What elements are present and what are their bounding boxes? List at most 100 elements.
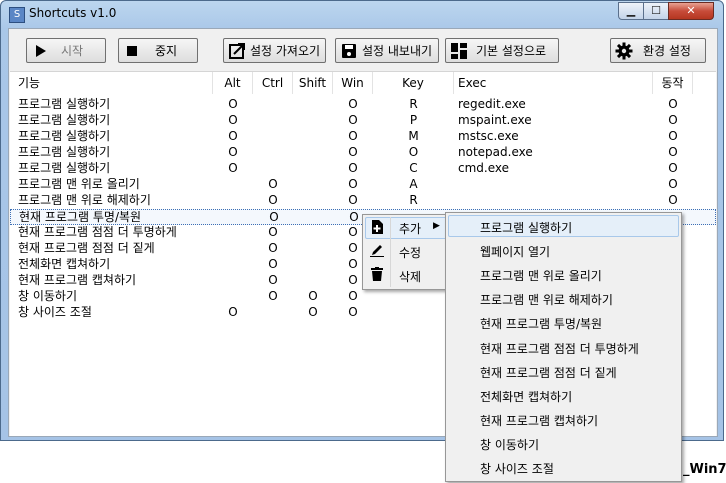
table-row[interactable]: 프로그램 맨 위로 해제하기 O O R O: [10, 193, 716, 209]
row-cell-act: O: [668, 161, 678, 175]
window-title: Shortcuts v1.0: [29, 6, 117, 20]
minimize-button[interactable]: ▁: [618, 2, 644, 20]
add-submenu: 프로그램 실행하기웹페이지 열기프로그램 맨 위로 올리기프로그램 맨 위로 해…: [445, 212, 682, 482]
preferences-button[interactable]: 환경 설정: [610, 38, 706, 63]
column-header[interactable]: Ctrl: [253, 72, 293, 94]
export-settings-button[interactable]: 설정 내보내기: [335, 38, 439, 63]
stop-button[interactable]: 중지: [118, 38, 198, 63]
pencil-icon: [370, 243, 384, 260]
external-link-icon: [228, 42, 246, 60]
row-cell-act: O: [668, 97, 678, 111]
row-cell-win: O: [348, 129, 358, 143]
row-cell-ctrl: O: [268, 225, 278, 239]
row-cell-act: O: [668, 113, 678, 127]
start-label: 시작: [61, 44, 84, 58]
row-cell-shift: O: [308, 289, 318, 303]
row-cell-name: 프로그램 실행하기: [18, 129, 111, 143]
row-cell-alt: O: [228, 97, 238, 111]
column-header[interactable]: Shift: [293, 72, 333, 94]
submenu-item[interactable]: 프로그램 맨 위로 해제하기: [480, 291, 613, 308]
submenu-item[interactable]: 현재 프로그램 점점 더 짙게: [480, 364, 617, 381]
context-edit[interactable]: 수정: [399, 244, 421, 261]
row-cell-ctrl: O: [268, 273, 278, 287]
stop-icon: [123, 42, 141, 60]
title-bar[interactable]: S Shortcuts v1.0 ▁ ☐ ✕: [1, 1, 723, 27]
context-delete[interactable]: 삭제: [399, 268, 421, 285]
row-cell-key: C: [409, 161, 418, 175]
row-cell-ctrl: O: [268, 289, 278, 303]
table-row[interactable]: 프로그램 실행하기 O O Rregedit.exe O: [10, 97, 716, 113]
play-icon: [31, 42, 49, 60]
row-cell-act: O: [668, 177, 678, 191]
row-cell-exec: mspaint.exe: [458, 113, 532, 127]
row-cell-exec: mstsc.exe: [458, 129, 519, 143]
row-cell-win: O: [348, 161, 358, 175]
row-cell-ctrl: O: [268, 257, 278, 271]
table-row[interactable]: 프로그램 맨 위로 올리기 O O A O: [10, 177, 716, 193]
submenu-item[interactable]: 현재 프로그램 점점 더 투명하게: [480, 340, 639, 357]
row-cell-win: O: [348, 193, 358, 207]
row-cell-alt: O: [228, 129, 238, 143]
defaults-label: 기본 설정으로: [476, 44, 547, 58]
row-cell-alt: O: [228, 145, 238, 159]
row-cell-win: O: [348, 97, 358, 111]
submenu-arrow-icon: ▶: [433, 221, 440, 231]
column-header[interactable]: Alt: [213, 72, 253, 94]
row-cell-act: O: [668, 129, 678, 143]
row-cell-name: 프로그램 맨 위로 올리기: [18, 177, 140, 191]
row-cell-name: 현재 프로그램 점점 더 짙게: [18, 241, 155, 255]
submenu-item[interactable]: 프로그램 맨 위로 올리기: [480, 267, 602, 284]
row-cell-name: 프로그램 실행하기: [18, 97, 111, 111]
column-header[interactable]: Win: [333, 72, 373, 94]
submenu-item[interactable]: 현재 프로그램 캡쳐하기: [480, 412, 598, 429]
restore-defaults-button[interactable]: 기본 설정으로: [445, 38, 559, 63]
row-cell-name: 프로그램 실행하기: [18, 145, 111, 159]
row-cell-key: R: [409, 97, 418, 111]
submenu-item[interactable]: 프로그램 실행하기: [480, 219, 572, 236]
save-icon: [340, 42, 358, 60]
row-cell-key: P: [409, 113, 418, 127]
start-button[interactable]: 시작: [26, 38, 106, 63]
column-header[interactable]: 기능: [10, 72, 213, 94]
column-header[interactable]: Key: [373, 72, 454, 94]
row-cell-key: A: [409, 177, 418, 191]
row-cell-exec: notepad.exe: [458, 145, 533, 159]
submenu-item[interactable]: 전체화면 캡쳐하기: [480, 388, 572, 405]
trash-icon: [371, 267, 383, 284]
row-cell-name: 현재 프로그램 투명/복원: [19, 210, 142, 224]
table-row[interactable]: 프로그램 실행하기 O O Onotepad.exe O: [10, 145, 716, 161]
preferences-label: 환경 설정: [643, 44, 691, 58]
row-cell-ctrl: O: [268, 241, 278, 255]
row-cell-alt: O: [228, 113, 238, 127]
row-cell-exec: cmd.exe: [458, 161, 510, 175]
submenu-item[interactable]: 웹페이지 열기: [480, 243, 550, 260]
submenu-item[interactable]: 현재 프로그램 투명/복원: [480, 315, 602, 332]
import-settings-button[interactable]: 설정 가져오기: [223, 38, 326, 63]
add-icon: [371, 220, 383, 237]
row-cell-win: O: [348, 305, 358, 319]
column-header[interactable]: 동작: [653, 72, 693, 94]
row-cell-act: O: [668, 193, 678, 207]
row-cell-name: 창 사이즈 조절: [18, 305, 92, 319]
context-add[interactable]: 추가: [399, 220, 421, 237]
row-cell-name: 현재 프로그램 점점 더 투명하게: [18, 225, 177, 239]
submenu-item[interactable]: 창 사이즈 조절: [480, 460, 554, 477]
close-button[interactable]: ✕: [668, 2, 714, 20]
table-row[interactable]: 프로그램 실행하기 O O Mmstsc.exe O: [10, 129, 716, 145]
table-row[interactable]: 프로그램 실행하기 O O Pmspaint.exe O: [10, 113, 716, 129]
import-label: 설정 가져오기: [250, 44, 321, 58]
row-cell-alt: O: [228, 161, 238, 175]
row-cell-win: O: [348, 113, 358, 127]
row-cell-key: R: [409, 193, 418, 207]
row-cell-name: 현재 프로그램 캡쳐하기: [18, 273, 137, 287]
context-menu: 추가 ▶ 수정 삭제: [362, 214, 451, 290]
row-cell-name: 프로그램 실행하기: [18, 113, 111, 127]
row-cell-ctrl: O: [268, 177, 278, 191]
submenu-item[interactable]: 창 이동하기: [480, 436, 539, 453]
maximize-button[interactable]: ☐: [643, 2, 669, 20]
row-cell-name: 전체화면 캡쳐하기: [18, 257, 111, 271]
row-cell-ctrl: O: [269, 210, 279, 224]
table-row[interactable]: 프로그램 실행하기 O O Ccmd.exe O: [10, 161, 716, 177]
row-cell-ctrl: O: [268, 193, 278, 207]
column-header[interactable]: Exec: [454, 72, 653, 94]
